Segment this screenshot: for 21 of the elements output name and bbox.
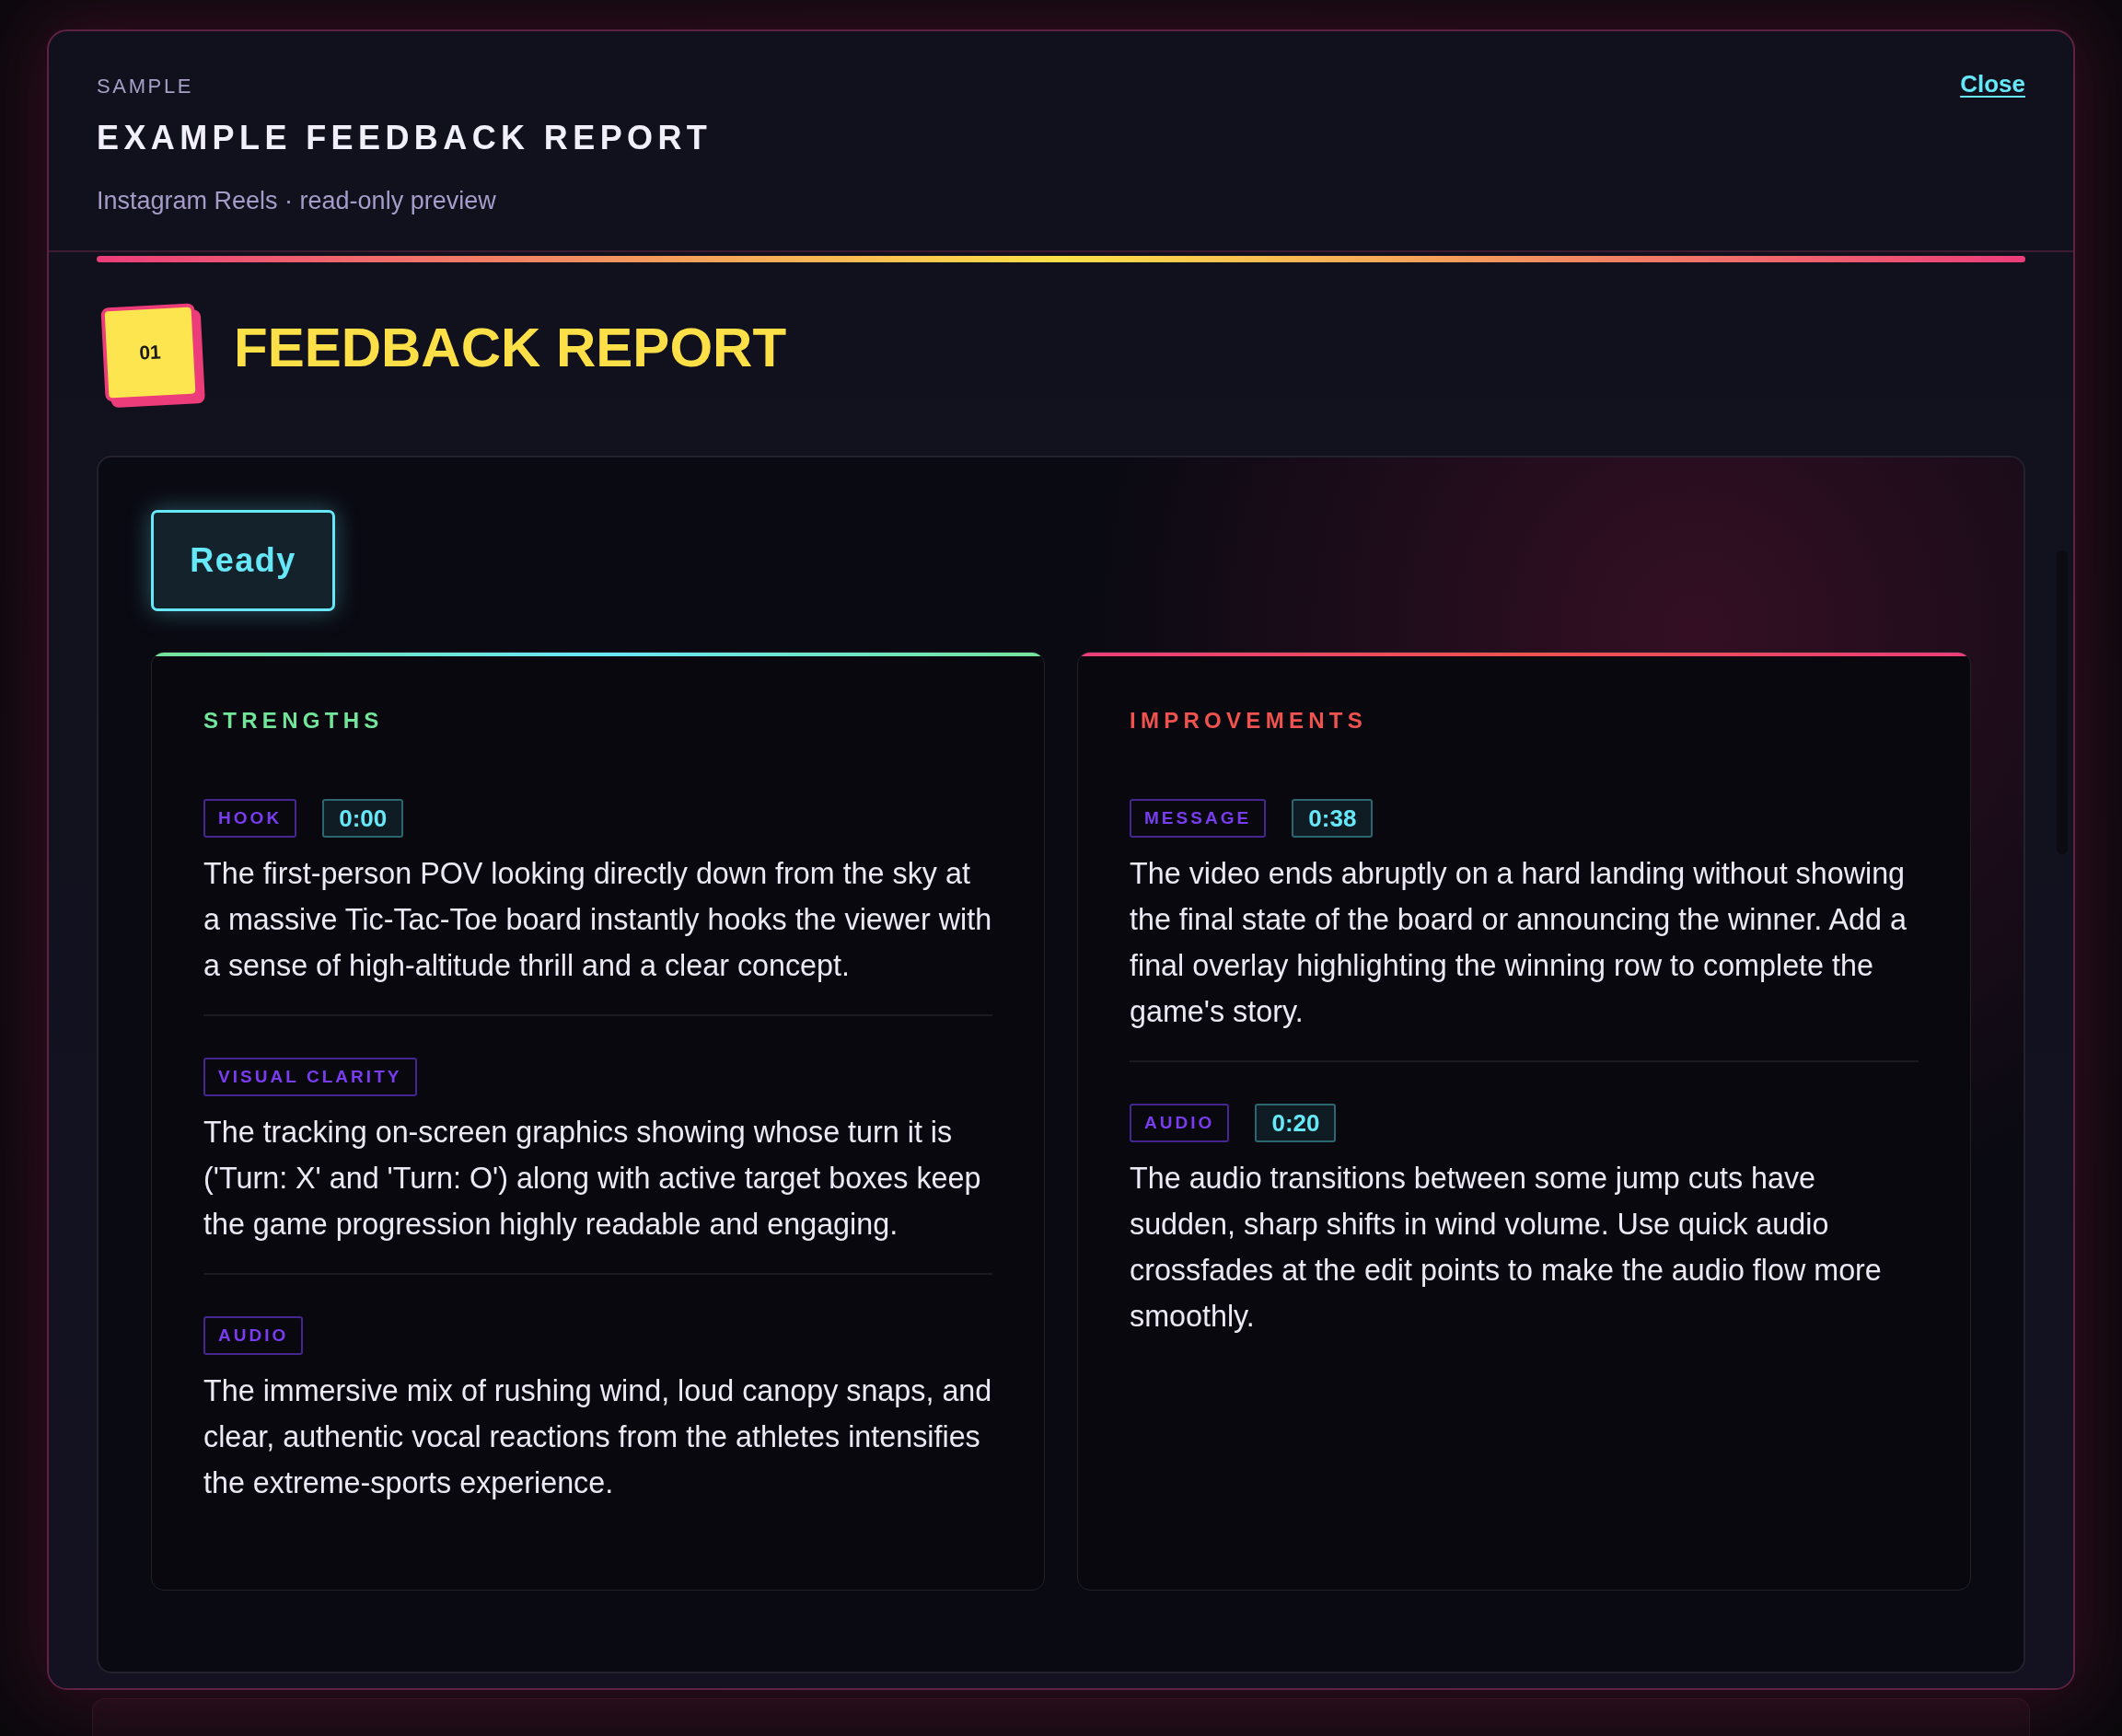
panel-heading: STRENGTHS [203, 707, 385, 735]
category-tag: AUDIO [203, 1316, 304, 1355]
timestamp-tag: 0:00 [322, 799, 404, 838]
timestamp-tag: 0:38 [1292, 799, 1374, 838]
feedback-text: The first-person POV looking directly down from the sky at a massive Tic-Tac-Toe board instantly hooks the viewer with a sense of high-altitude thrill and a clear concept. [203, 856, 992, 984]
feedback-text: The video ends abruptly on a hard landing without showing the final state of the board or announcing the winner. Add a final overlay highlighting the winning row to complete the game's story. [1130, 856, 1907, 1030]
section-title: FEEDBACK REPORT [234, 315, 787, 380]
feedback-text: The audio transitions between some jump cuts have sudden, sharp shifts in wind volume. Use quick audio crossfades at the edit points to make the audio flow more smoothly. [1130, 1161, 1883, 1335]
close-link[interactable]: Close [1960, 69, 2025, 98]
timestamp-tag: 0:20 [1255, 1104, 1337, 1142]
category-tag: VISUAL CLARITY [203, 1058, 417, 1096]
panel-heading: IMPROVEMENTS [1130, 707, 1369, 735]
category-tag: AUDIO [1130, 1104, 1230, 1142]
eyebrow-label: SAMPLE [97, 75, 195, 98]
feedback-text: The tracking on-screen graphics showing whose turn it is ('Turn: X' and 'Turn: O') along with active target boxes keep the game progression highly readable and engaging. [203, 1115, 982, 1243]
category-tag: HOOK [203, 799, 297, 838]
status-badge: Ready [151, 510, 335, 611]
dialog-subtitle: Instagram Reels · read-only preview [97, 186, 497, 216]
dialog-title: EXAMPLE FEEDBACK REPORT [97, 118, 713, 158]
feedback-text: The immersive mix of rushing wind, loud canopy snaps, and clear, authentic vocal reactions from the athletes intensifies the extreme-sports experience. [203, 1373, 992, 1501]
category-tag: MESSAGE [1130, 799, 1267, 838]
